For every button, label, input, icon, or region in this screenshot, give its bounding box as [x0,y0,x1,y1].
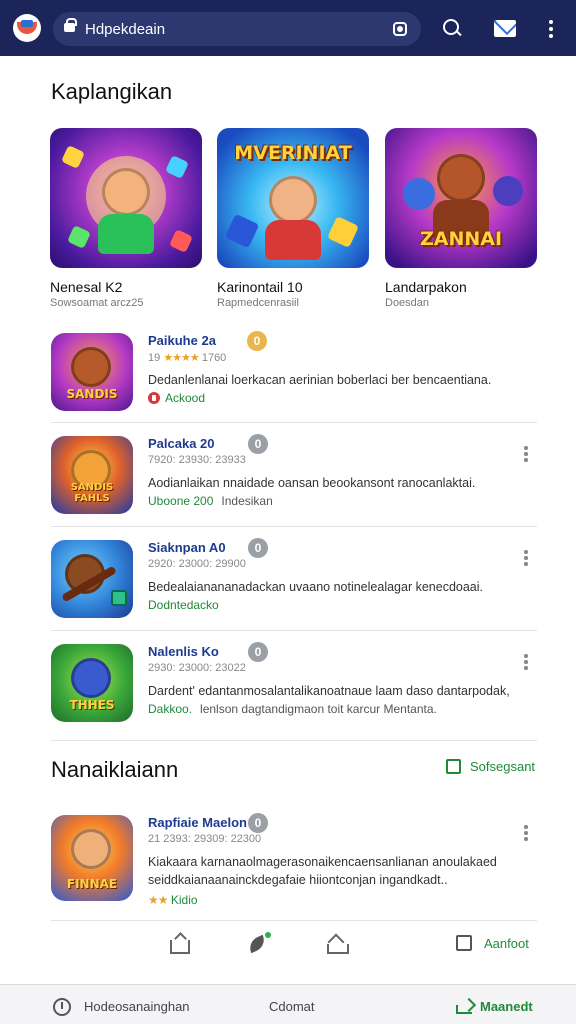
app-icon: THHES [51,644,133,722]
lock-icon [64,18,77,32]
featured-subtitle: Doesdan [385,297,430,309]
item-meta: 21 2393: 29309: 22300 [148,833,262,845]
featured-card[interactable]: MVERINIAT Karinontail 10 Rapmedcenrasiil [217,128,369,309]
info-badge: 0 [248,538,268,558]
item-description-line2: seiddkaianaanainckdegafaie hiiontconjan … [148,873,448,887]
more-vertical-icon[interactable] [521,550,531,566]
app-icon: SANDIS FAHLS [51,436,133,514]
checkbox-icon [446,759,461,774]
item-title: Palcaka 20 [148,436,215,451]
featured-banner-text: MVERINIAT [234,142,352,164]
item-meta: 19 ★★★★ 1760 [148,352,227,364]
app-icon: SANDIS [51,333,133,411]
section-heading: Kaplangikan [51,79,173,104]
info-badge: 0 [248,434,268,454]
share-icon[interactable] [167,932,191,956]
section-heading: Nanaiklaiann [51,757,179,782]
item-meta: 2930: 23000: 23022 [148,662,246,674]
search-input[interactable]: Hdpekdeain [85,21,165,38]
item-description: Dedanlenlanai loerkacan aerinian boberla… [148,373,492,387]
search-icon[interactable] [441,17,465,41]
list-item[interactable]: SANDIS Paikuhe 2a 0 19 ★★★★ 1760 Dedanle… [51,331,537,413]
info-badge: 0 [247,331,267,351]
more-vertical-icon[interactable] [545,18,557,40]
divider [51,920,537,921]
featured-thumbnail: MVERINIAT [217,128,369,268]
info-badge: 0 [248,813,268,833]
featured-card[interactable]: Nenesal K2 Sowsoamat arcz25 [50,128,202,309]
featured-banner-text: ZANNAI [419,228,503,250]
item-meta: 7920: 23930: 23933 [148,454,246,466]
item-meta: 2920: 23000: 29900 [148,558,246,570]
nav-item-left[interactable]: Hodeosanainghan [84,999,190,1014]
app-icon-text: FINNAE [66,877,118,891]
camera-icon[interactable] [393,22,407,36]
item-tag: Dodntedacko [148,598,219,612]
item-description: Aodianlaikan nnaidade oansan beookansont… [148,476,476,490]
nav-item-center[interactable]: Cdomat [269,999,315,1014]
featured-title: Landarpakon [385,279,467,295]
item-title: Siaknpan A0 [148,540,226,555]
list-item[interactable]: THHES Nalenlis Ko 0 2930: 23000: 23022 D… [51,642,537,724]
app-icon-text: THHES [69,698,115,712]
app-icon [51,540,133,618]
featured-title: Nenesal K2 [50,279,123,295]
divider [51,422,537,423]
more-vertical-icon[interactable] [521,654,531,670]
item-description-line1: Kiakaara karnanaolmagerasonaikencaensanl… [148,855,497,869]
divider [51,630,537,631]
list-item[interactable]: Siaknpan A0 0 2920: 23000: 29900 Bedeala… [51,538,537,620]
featured-title: Karinontail 10 [217,279,303,295]
leaf-icon[interactable] [246,932,271,956]
item-description: Dardent' edantanmosalantalikanoatnaue la… [148,684,510,698]
app-icon: FINNAE [51,815,133,901]
action-link[interactable]: Aanfoot [484,936,529,951]
item-tag: Uboone 200 Indesikan [148,494,273,508]
featured-thumbnail: ZANNAI [385,128,537,268]
nav-item-right[interactable]: Maanedt [480,999,533,1014]
more-vertical-icon[interactable] [521,446,531,462]
list-item[interactable]: FINNAE Rapfiaie Maelon 0 21 2393: 29309:… [51,813,537,907]
upload-icon[interactable] [325,932,349,956]
bottom-navigation: Hodeosanainghan Cdomat Maanedt [0,984,576,1024]
item-tag: ★★ Kidio [148,893,198,907]
item-tag: Ackood [148,391,205,405]
app-icon-text: SANDIS [66,387,118,401]
rating-stars: ★★★★ [163,352,199,364]
item-title: Paikuhe 2a [148,333,216,348]
info-badge: 0 [248,642,268,662]
app-icon-text: SANDIS FAHLS [70,482,114,504]
item-title: Nalenlis Ko [148,644,219,659]
alert-icon [148,392,160,404]
divider [51,740,537,741]
logo-icon[interactable] [13,14,41,42]
featured-subtitle: Sowsoamat arcz25 [50,297,144,309]
item-tag: Dakkoo. lenlson dagtandigmaon toit karcur… [148,702,437,716]
mail-icon[interactable] [494,20,516,37]
item-description: Bedealaianananadackan uvaano notineleala… [148,580,483,594]
more-vertical-icon[interactable] [521,825,531,841]
rating-stars: ★★ [148,893,168,907]
top-app-bar: Hdpekdeain [0,0,576,56]
checkbox-icon[interactable] [456,935,472,951]
featured-subtitle: Rapmedcenrasiil [217,297,299,309]
featured-card[interactable]: ZANNAI Landarpakon Doesdan [385,128,537,309]
search-bar[interactable]: Hdpekdeain [53,12,421,46]
featured-thumbnail [50,128,202,268]
item-title: Rapfiaie Maelon [148,815,247,830]
clock-icon[interactable] [53,998,71,1016]
list-item[interactable]: SANDIS FAHLS Palcaka 20 0 7920: 23930: 2… [51,434,537,516]
share-icon[interactable] [456,999,474,1014]
divider [51,526,537,527]
